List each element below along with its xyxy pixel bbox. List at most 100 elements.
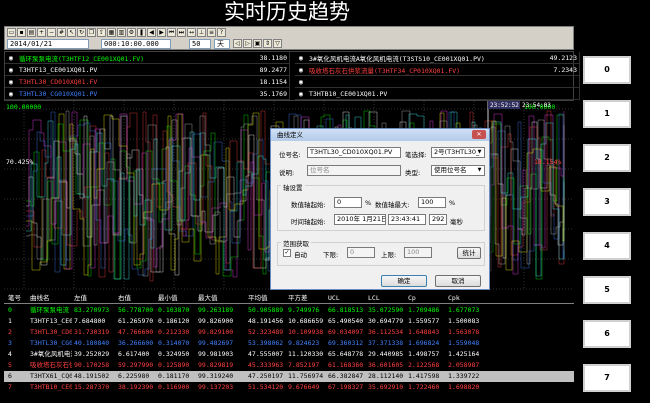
table-header-cell[interactable]: 左值 xyxy=(74,293,87,304)
eye-icon[interactable]: ◉ xyxy=(295,77,307,87)
next-icon[interactable]: ▶ xyxy=(157,28,166,37)
legend-item[interactable]: ◉ T3HTL30_CD010XQ01.FV 18.1154 xyxy=(5,76,290,88)
table-header-cell[interactable]: Cp xyxy=(408,293,416,304)
table-cell: 1.498757 xyxy=(408,350,440,358)
table-row[interactable]: 2 T3HTL30_CD01031.730319 47.766600 0.212330… xyxy=(4,327,574,338)
table-row[interactable]: 0 循环泵泵电流 83.270973 56.778700 0.103870 99.2631… xyxy=(4,305,574,316)
pen-button-4[interactable]: 4 xyxy=(583,232,631,260)
high-label: 上限: xyxy=(381,251,397,259)
pen-button-6[interactable]: 6 xyxy=(583,320,631,348)
pause-icon[interactable]: ❚ xyxy=(137,28,146,37)
legend-item[interactable]: ◉ T3HTL30_CG010XQ01.PV 35.1769 xyxy=(5,88,290,100)
zoom-input[interactable]: 50 xyxy=(189,39,211,49)
eye-icon[interactable]: ◉ xyxy=(295,65,307,75)
table-header-cell[interactable]: 曲线名 xyxy=(30,293,50,304)
legend-item-value: 18.1154 xyxy=(259,77,287,86)
table-row[interactable]: 1 T3HTF13_CE0017.684800 61.265970 0.186120 9… xyxy=(4,316,574,327)
zoom-in-icon[interactable]: + xyxy=(37,28,46,37)
filter-icon[interactable]: ▽ xyxy=(273,39,282,48)
cursor-icon[interactable]: ↖ xyxy=(67,28,76,37)
ok-button[interactable]: 确定 xyxy=(381,275,427,287)
refresh-icon[interactable]: ↻ xyxy=(77,28,86,37)
legend-item[interactable]: ◉ T3HTB10_CE001XQ01.PV xyxy=(295,88,580,100)
eye-icon[interactable]: ◉ xyxy=(295,89,307,99)
start-time-input[interactable]: 2014/01/21 23:44:03.680 xyxy=(7,39,89,57)
grid-icon[interactable]: # xyxy=(57,28,66,37)
table-icon[interactable]: ▦ xyxy=(107,28,116,37)
table-cell: 28.112140 xyxy=(368,372,404,380)
eye-icon[interactable]: ◉ xyxy=(5,53,17,63)
chart-icon[interactable]: ▥ xyxy=(117,28,126,37)
time-input[interactable]: 23:43:41 xyxy=(388,214,426,225)
scale-icon[interactable]: ⇕ xyxy=(263,39,272,48)
type-select[interactable]: 使用位号名 ▼ xyxy=(431,165,485,176)
eye-icon[interactable]: ◉ xyxy=(295,53,307,63)
stats-button[interactable]: 统计 xyxy=(457,247,481,259)
eye-icon[interactable]: ◉ xyxy=(5,65,17,75)
table-header-cell[interactable]: 最小值 xyxy=(158,293,178,304)
pen-button-3[interactable]: 3 xyxy=(583,188,631,216)
tag-input[interactable]: T3HTL30_CD010XQ01.PV xyxy=(307,147,401,158)
legend-item[interactable]: ◉ xyxy=(295,76,580,88)
table-row[interactable]: 5 吸收塔石灰石供 90.170258 59.297990 0.125890 99.829… xyxy=(4,360,574,371)
help-icon[interactable]: ? xyxy=(217,28,226,37)
ymin-input[interactable]: 0 xyxy=(334,197,362,208)
low-input[interactable]: 0 xyxy=(347,247,375,258)
table-header-cell[interactable]: 笔号 xyxy=(8,293,21,304)
eye-icon[interactable]: ◉ xyxy=(5,77,17,87)
table-cell: 1 xyxy=(8,317,12,325)
ms-input[interactable]: 292 xyxy=(429,214,447,225)
table-header-cell[interactable]: 平方差 xyxy=(288,293,308,304)
table-row[interactable]: 6 T3HTX61_CQ01048.191502 6.225980 0.181170 9… xyxy=(4,371,574,382)
table-cell: 99.263189 xyxy=(198,306,234,314)
pen-button-5[interactable]: 5 xyxy=(583,276,631,304)
last-icon[interactable]: ⏭ xyxy=(177,28,186,37)
table-row[interactable]: 7 T3HTB10_CE00115.287370 38.192390 0.116900… xyxy=(4,382,574,393)
step-back-icon[interactable]: ◁ xyxy=(233,39,242,48)
table-header-cell[interactable]: Cpk xyxy=(448,293,460,304)
legend-item[interactable]: ◉ 吸收塔石灰石供浆流量(T3HTF34_CP010XQ01.FV) 7.2343 xyxy=(295,64,580,76)
zoom-out-icon[interactable]: − xyxy=(47,28,56,37)
legend-item[interactable]: ◉ 循环泵泵电流(T3HTF12_CE001XQ01.FV) 38.1180 xyxy=(5,52,290,64)
desc-input[interactable]: 位号名 xyxy=(307,165,401,176)
pen-select[interactable]: 2号(T3HTL30_ ▼ xyxy=(431,147,485,158)
open-icon[interactable]: ▭ xyxy=(7,28,16,37)
table-cell: 11.756974 xyxy=(288,372,324,380)
pin-icon[interactable]: ⊥ xyxy=(197,28,206,37)
table-header-cell[interactable]: 右值 xyxy=(118,293,131,304)
table-header-cell[interactable]: 最大值 xyxy=(198,293,218,304)
table-cell: 2.122568 xyxy=(408,361,440,369)
cancel-button[interactable]: 取消 xyxy=(435,275,481,287)
table-row[interactable]: 4 3#氧化风机电流39.252029 6.617400 0.324950 99.981… xyxy=(4,349,574,360)
step-forward-icon[interactable]: ▷ xyxy=(243,39,252,48)
table-cell: 99.829819 xyxy=(198,361,234,369)
settings-icon[interactable]: ⚙ xyxy=(127,28,136,37)
pen-button-2[interactable]: 2 xyxy=(583,144,631,172)
mode-icon[interactable]: ▣ xyxy=(253,39,262,48)
table-header-cell[interactable]: 平均值 xyxy=(248,293,268,304)
duration-input[interactable]: 000:10:00.000 xyxy=(101,39,171,49)
layers-icon[interactable]: ≡ xyxy=(207,28,216,37)
unit-select[interactable]: 天 xyxy=(214,39,230,49)
save-icon[interactable]: ▪ xyxy=(17,28,26,37)
table-header-cell[interactable]: UCL xyxy=(328,293,340,304)
prev-icon[interactable]: ◀ xyxy=(147,28,156,37)
close-icon[interactable]: ✕ xyxy=(472,130,486,139)
table-row[interactable]: 3 T3HTL30_CG01040.180840 36.266600 0.314070… xyxy=(4,338,574,349)
print-icon[interactable]: ▤ xyxy=(27,28,36,37)
table-header-cell[interactable]: LCL xyxy=(368,293,380,304)
date-input[interactable]: 2010年 1月21日 xyxy=(334,214,386,225)
pen-button-7[interactable]: 7 xyxy=(583,364,631,392)
copy-icon[interactable]: ❐ xyxy=(87,28,96,37)
eye-icon[interactable]: ◉ xyxy=(5,89,17,99)
auto-checkbox[interactable]: ✓ xyxy=(283,249,291,257)
legend-item[interactable]: ◉ T3HTF13_CE001XQ01.PV 89.2477 xyxy=(5,64,290,76)
pen-button-0[interactable]: 0 xyxy=(583,56,631,84)
export-icon[interactable]: ⇪ xyxy=(97,28,106,37)
high-input[interactable]: 100 xyxy=(404,247,432,258)
first-icon[interactable]: ⏮ xyxy=(167,28,176,37)
ymax-input[interactable]: 100 xyxy=(418,197,446,208)
pen-button-1[interactable]: 1 xyxy=(583,100,631,128)
measure-icon[interactable]: ↔ xyxy=(187,28,196,37)
legend-item[interactable]: ◉ 3#氧化风机电流A氧化风机电流(T3STS10_CE001XQ01.PV) 49… xyxy=(295,52,580,64)
